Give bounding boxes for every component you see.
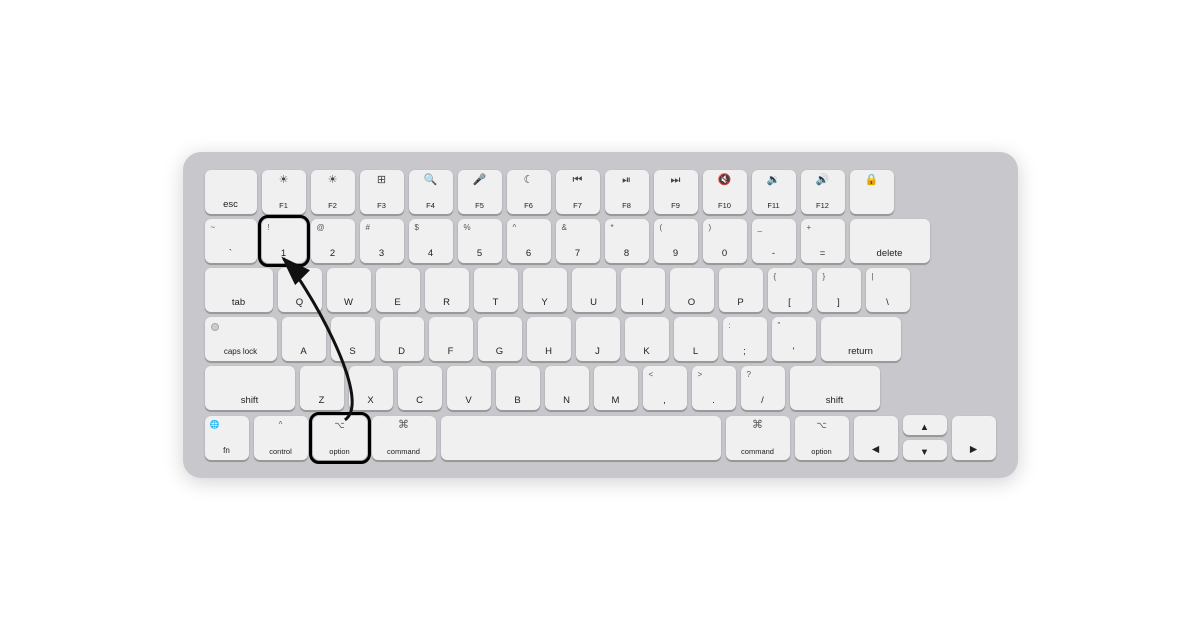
key-f6[interactable]: ☾ F6 xyxy=(507,170,551,214)
key-arrow-right[interactable]: ▶ xyxy=(952,416,996,460)
key-h[interactable]: H xyxy=(527,317,571,361)
key-arrow-left[interactable]: ◀ xyxy=(854,416,898,460)
key-f9[interactable]: ⏭ F9 xyxy=(654,170,698,214)
key-m[interactable]: M xyxy=(594,366,638,410)
key-e[interactable]: E xyxy=(376,268,420,312)
number-row: ~ ` ! 1 @ 2 # 3 $ 4 xyxy=(205,219,996,263)
key-v[interactable]: V xyxy=(447,366,491,410)
key-command-left[interactable]: ⌘ command xyxy=(372,416,436,460)
key-equals[interactable]: + = xyxy=(801,219,845,263)
key-f1[interactable]: ☀ F1 xyxy=(262,170,306,214)
key-slash[interactable]: ? / xyxy=(741,366,785,410)
keyboard: esc ☀ F1 ☀ F2 ⊞ F3 🔍 F4 xyxy=(183,152,1018,478)
key-arrow-updown: ▲ ▼ xyxy=(903,415,947,460)
key-arrow-up[interactable]: ▲ xyxy=(903,415,947,435)
key-t[interactable]: T xyxy=(474,268,518,312)
key-x[interactable]: X xyxy=(349,366,393,410)
key-semicolon[interactable]: : ; xyxy=(723,317,767,361)
key-l[interactable]: L xyxy=(674,317,718,361)
key-1[interactable]: ! 1 xyxy=(262,219,306,263)
key-0[interactable]: ) 0 xyxy=(703,219,747,263)
key-p[interactable]: P xyxy=(719,268,763,312)
key-n[interactable]: N xyxy=(545,366,589,410)
key-backslash[interactable]: | \ xyxy=(866,268,910,312)
key-quote[interactable]: " ' xyxy=(772,317,816,361)
key-k[interactable]: K xyxy=(625,317,669,361)
key-return[interactable]: return xyxy=(821,317,901,361)
esc-label: esc xyxy=(223,199,238,210)
key-5[interactable]: % 5 xyxy=(458,219,502,263)
key-f12[interactable]: 🔊 F12 xyxy=(801,170,845,214)
key-u[interactable]: U xyxy=(572,268,616,312)
key-capslock[interactable]: caps lock xyxy=(205,317,277,361)
key-z[interactable]: Z xyxy=(300,366,344,410)
key-f2[interactable]: ☀ F2 xyxy=(311,170,355,214)
key-delete[interactable]: delete xyxy=(850,219,930,263)
key-f11[interactable]: 🔉 F11 xyxy=(752,170,796,214)
key-f10[interactable]: 🔇 F10 xyxy=(703,170,747,214)
key-shift-left[interactable]: shift xyxy=(205,366,295,410)
key-d[interactable]: D xyxy=(380,317,424,361)
key-lbracket[interactable]: { [ xyxy=(768,268,812,312)
zxcv-row: shift Z X C V B N M < xyxy=(205,366,996,410)
key-c[interactable]: C xyxy=(398,366,442,410)
key-period[interactable]: > . xyxy=(692,366,736,410)
key-option-right[interactable]: ⌥ option xyxy=(795,416,849,460)
key-rbracket[interactable]: } ] xyxy=(817,268,861,312)
key-f8[interactable]: ⏯ F8 xyxy=(605,170,649,214)
key-b[interactable]: B xyxy=(496,366,540,410)
key-w[interactable]: W xyxy=(327,268,371,312)
key-7[interactable]: & 7 xyxy=(556,219,600,263)
key-o[interactable]: O xyxy=(670,268,714,312)
key-s[interactable]: S xyxy=(331,317,375,361)
key-comma[interactable]: < , xyxy=(643,366,687,410)
key-esc[interactable]: esc xyxy=(205,170,257,214)
key-r[interactable]: R xyxy=(425,268,469,312)
key-shift-right[interactable]: shift xyxy=(790,366,880,410)
key-6[interactable]: ^ 6 xyxy=(507,219,551,263)
key-lock[interactable]: 🔒 xyxy=(850,170,894,214)
key-space[interactable] xyxy=(441,416,721,460)
key-command-right[interactable]: ⌘ command xyxy=(726,416,790,460)
key-fn[interactable]: fn 🌐 xyxy=(205,416,249,460)
key-f4[interactable]: 🔍 F4 xyxy=(409,170,453,214)
key-q[interactable]: Q xyxy=(278,268,322,312)
qwerty-row: tab Q W E R T Y U I xyxy=(205,268,996,312)
key-3[interactable]: # 3 xyxy=(360,219,404,263)
key-control[interactable]: ^ control xyxy=(254,416,308,460)
key-tab[interactable]: tab xyxy=(205,268,273,312)
globe-icon: 🌐 xyxy=(210,420,220,430)
key-f[interactable]: F xyxy=(429,317,473,361)
key-i[interactable]: I xyxy=(621,268,665,312)
capslock-indicator xyxy=(211,323,219,331)
key-a[interactable]: A xyxy=(282,317,326,361)
key-g[interactable]: G xyxy=(478,317,522,361)
key-arrow-down[interactable]: ▼ xyxy=(903,440,947,460)
fn-row: esc ☀ F1 ☀ F2 ⊞ F3 🔍 F4 xyxy=(205,170,996,214)
bottom-row: fn 🌐 ^ control ⌥ option ⌘ command xyxy=(205,415,996,460)
key-tilde[interactable]: ~ ` xyxy=(205,219,257,263)
key-2[interactable]: @ 2 xyxy=(311,219,355,263)
key-y[interactable]: Y xyxy=(523,268,567,312)
key-f5[interactable]: 🎤 F5 xyxy=(458,170,502,214)
key-j[interactable]: J xyxy=(576,317,620,361)
asdf-row: caps lock A S D F G H J xyxy=(205,317,996,361)
key-option-left[interactable]: ⌥ option xyxy=(313,416,367,460)
key-8[interactable]: * 8 xyxy=(605,219,649,263)
key-f7[interactable]: ⏮ F7 xyxy=(556,170,600,214)
key-4[interactable]: $ 4 xyxy=(409,219,453,263)
key-f3[interactable]: ⊞ F3 xyxy=(360,170,404,214)
key-minus[interactable]: _ - xyxy=(752,219,796,263)
key-9[interactable]: ( 9 xyxy=(654,219,698,263)
keyboard-wrapper: esc ☀ F1 ☀ F2 ⊞ F3 🔍 F4 xyxy=(50,35,1150,595)
